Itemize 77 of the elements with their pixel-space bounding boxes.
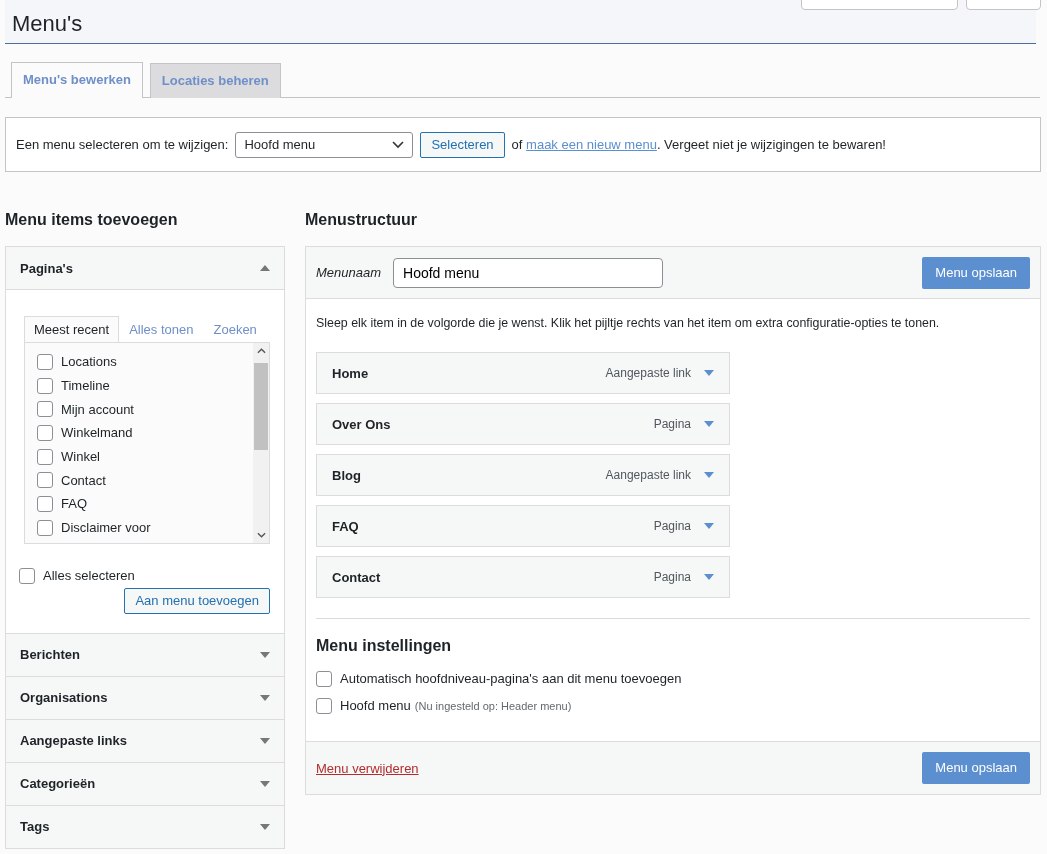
scrollbar[interactable] [253, 343, 269, 543]
checkbox[interactable] [37, 448, 53, 465]
menu-name-label: Menunaam [316, 265, 382, 280]
accordion-header[interactable]: Tags [6, 805, 284, 848]
caret-down-icon[interactable] [704, 472, 714, 478]
accordion-title: Categorieën [20, 776, 96, 792]
page-label: Timeline [61, 378, 110, 394]
menu-dropdown[interactable]: Hoofd menu [235, 131, 414, 158]
page-label: Contact [61, 472, 106, 488]
menu-item-type: Aangepaste link [605, 468, 691, 482]
caret-down-icon[interactable] [260, 694, 270, 701]
page-label: Winkelmand [61, 425, 133, 441]
page-label: Mijn account [61, 401, 134, 417]
caret-down-icon[interactable] [704, 421, 714, 427]
accordion-header[interactable]: Berichten [6, 633, 284, 676]
settings-heading: Menu instellingen [316, 637, 453, 655]
caret-up-icon[interactable] [260, 265, 270, 271]
checkbox[interactable] [37, 424, 53, 441]
checkbox[interactable] [37, 495, 53, 512]
select-hint-text: of maak een nieuw menu. Vergeet niet je wijzigingen te bewaren! [511, 137, 886, 152]
menu-item-type: Aangepaste link [605, 366, 691, 380]
caret-down-icon[interactable] [704, 523, 714, 529]
add-to-menu-button[interactable]: Aan menu toevoegen [124, 587, 270, 614]
checkbox[interactable] [37, 472, 53, 489]
select-label: Een menu selecteren om te wijzigen: [16, 137, 229, 152]
accordion-title: Organisations [20, 690, 108, 706]
section-heading: Menustructuur [305, 210, 418, 230]
checkbox[interactable] [316, 697, 332, 714]
menu-item[interactable]: Contact Pagina [316, 556, 730, 598]
caret-down-icon[interactable] [260, 780, 270, 787]
caret-down-icon[interactable] [260, 823, 270, 830]
instructions-text: Sleep elk item in de volgorde die je wenst. Klik het pijltje rechts van het item om extra configuratie-opties te tonen. [316, 316, 941, 330]
tab[interactable]: Meest recent [24, 316, 120, 342]
option-label: Hoofd menu [340, 698, 411, 713]
accordion-header[interactable]: Aangepaste links [6, 719, 284, 762]
menu-item[interactable]: FAQ Pagina [316, 505, 730, 547]
accordion-header[interactable]: Categorieën [6, 762, 284, 805]
menu-name-field[interactable]: Hoofd menu [393, 257, 664, 288]
accordion-title: Aangepaste links [20, 733, 127, 749]
checkbox[interactable] [37, 401, 53, 418]
menu-item-title: Blog [332, 467, 362, 483]
select-all-label: Alles selecteren [43, 568, 135, 584]
select-button[interactable]: Selecteren [420, 131, 505, 158]
scroll-thumb[interactable] [254, 363, 268, 450]
checkbox[interactable] [37, 353, 53, 370]
caret-down-icon[interactable] [704, 370, 714, 376]
checkbox[interactable] [37, 377, 53, 394]
accordion-title: Pagina's [20, 260, 73, 276]
option-label: Automatisch hoofdniveau-pagina's aan dit menu toevoegen [340, 671, 682, 686]
page-label: Locations [61, 354, 117, 370]
caret-down-icon[interactable] [260, 651, 270, 658]
caret-down-icon[interactable] [260, 737, 270, 744]
menu-item[interactable]: Blog Aangepaste link [316, 454, 730, 496]
page-title: Menu's [12, 9, 83, 37]
checkbox[interactable] [19, 567, 35, 584]
menu-item-title: FAQ [332, 518, 360, 534]
option-note: (Nu ingesteld op: Header menu) [414, 699, 572, 712]
menu-item-title: Over Ons [332, 416, 392, 432]
caret-down-icon[interactable] [704, 574, 714, 580]
menu-item-title: Home [332, 365, 370, 381]
menu-item-type: Pagina [653, 417, 691, 431]
page-label: Disclaimer voor [61, 520, 151, 536]
accordion-title: Tags [20, 819, 50, 835]
accordion-title: Berichten [20, 647, 80, 663]
checkbox[interactable] [37, 519, 53, 536]
menu-item[interactable]: Home Aangepaste link [316, 352, 730, 394]
accordion-header[interactable]: Organisations [6, 676, 284, 719]
page-label: FAQ [61, 496, 87, 512]
menu-item-type: Pagina [653, 519, 691, 533]
menu-item[interactable]: Over Ons Pagina [316, 403, 730, 445]
accordion-header[interactable]: Pagina's [6, 247, 284, 289]
checkbox[interactable] [316, 670, 332, 687]
delete-menu-link[interactable]: Menu verwijderen [316, 760, 419, 776]
menu-item-title: Contact [332, 569, 382, 585]
menu-item-type: Pagina [653, 570, 691, 584]
section-heading: Menu items toevoegen [5, 210, 179, 230]
page-label: Winkel [61, 449, 100, 465]
